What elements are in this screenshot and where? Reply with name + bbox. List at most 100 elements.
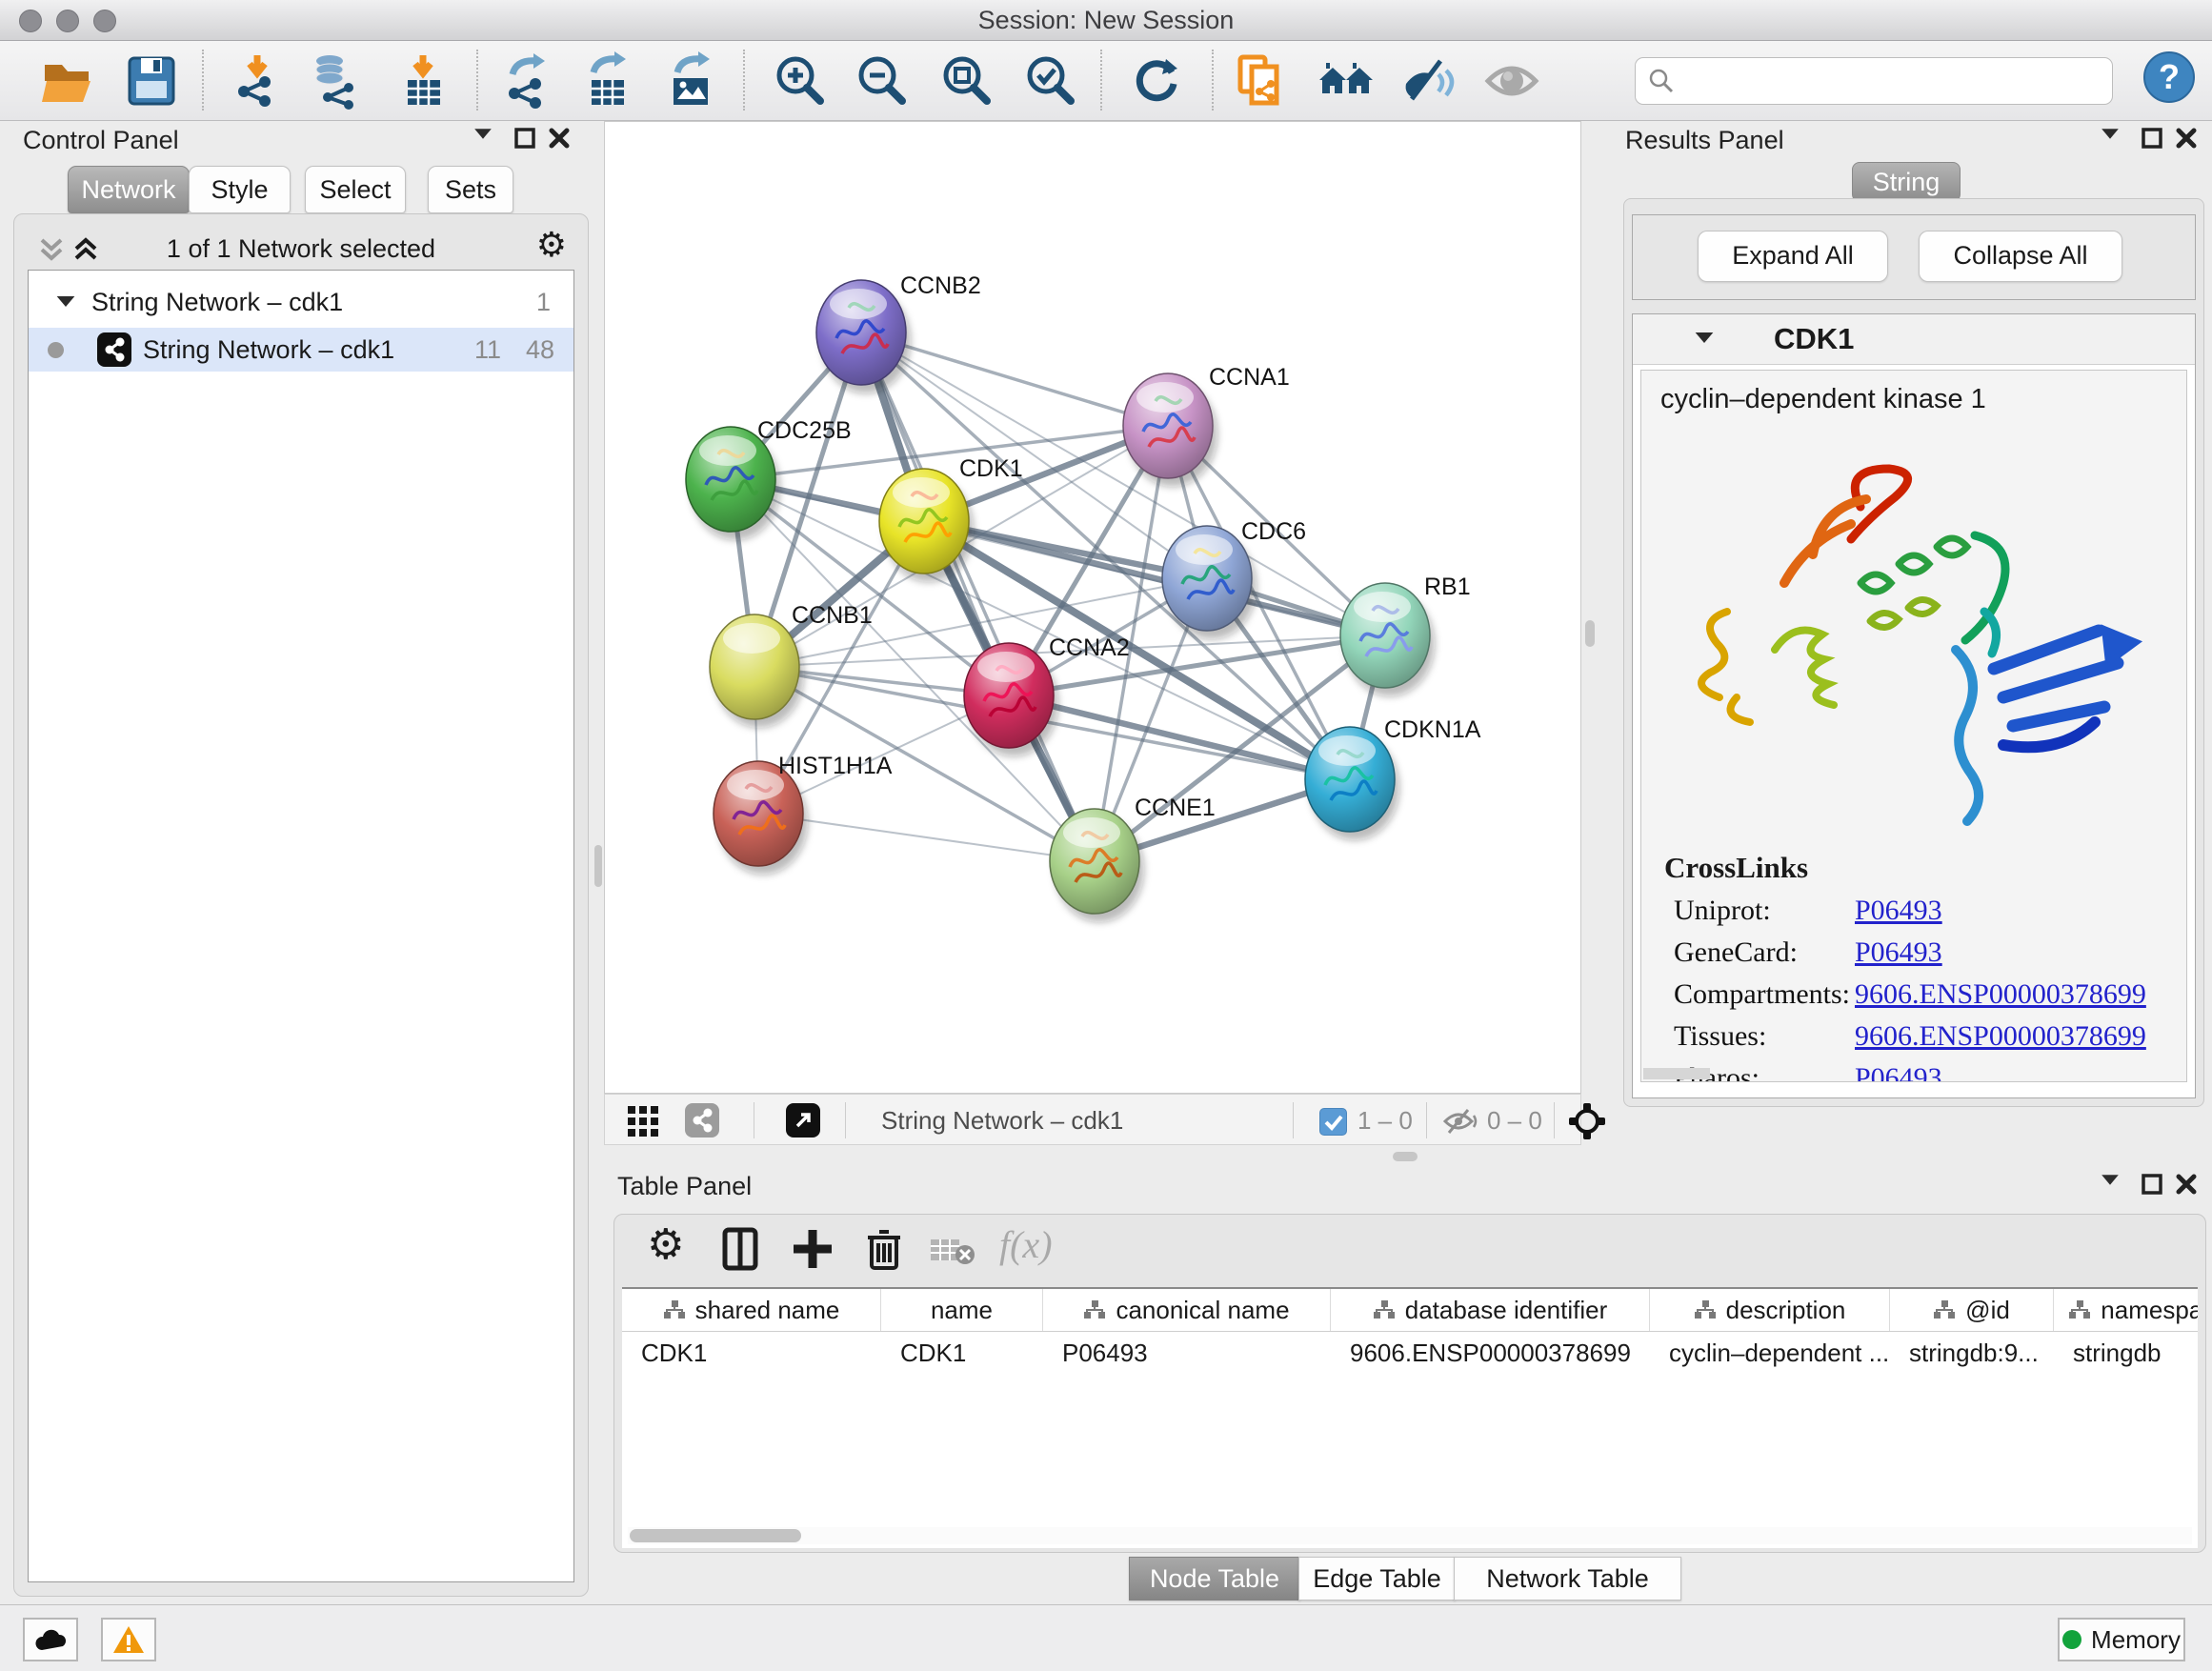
detach-view-icon[interactable] bbox=[786, 1103, 820, 1137]
cell-namespace[interactable]: stringdb bbox=[2054, 1332, 2198, 1374]
eye-disabled-icon[interactable] bbox=[1482, 51, 1541, 111]
crosslink-row: Compartments:9606.ENSP00000378699 bbox=[1674, 978, 2186, 1011]
table-panel-close-button[interactable] bbox=[2170, 1174, 2202, 1202]
collapse-tree-icon[interactable] bbox=[57, 296, 75, 307]
node-label-CCNB2: CCNB2 bbox=[900, 272, 981, 299]
results-panel-menu-button[interactable] bbox=[2094, 128, 2126, 156]
table-panel-float-button[interactable] bbox=[2136, 1174, 2168, 1202]
zoom-selected-icon[interactable] bbox=[1021, 51, 1080, 111]
grid-view-icon[interactable] bbox=[628, 1106, 660, 1137]
result-entry-header[interactable]: CDK1 bbox=[1633, 314, 2195, 365]
memory-button[interactable]: Memory bbox=[2058, 1618, 2185, 1661]
node-CDK1[interactable] bbox=[879, 469, 974, 582]
tab-select[interactable]: Select bbox=[305, 166, 406, 213]
edge-CCNE1-HIST1H1A[interactable] bbox=[758, 814, 1095, 861]
zoom-fit-icon[interactable] bbox=[937, 51, 996, 111]
crosslink-value-link[interactable]: P06493 bbox=[1855, 895, 1942, 927]
import-network-database-icon[interactable] bbox=[307, 51, 366, 111]
node-CCNA1[interactable] bbox=[1123, 373, 1217, 487]
collapse-all-button[interactable]: Collapse All bbox=[1919, 231, 2122, 282]
column-header-description[interactable]: description bbox=[1650, 1289, 1890, 1331]
network-collection-count: 1 bbox=[536, 280, 551, 324]
zoom-out-icon[interactable] bbox=[853, 51, 912, 111]
search-input[interactable] bbox=[1685, 58, 2099, 104]
results-panel-close-button[interactable] bbox=[2170, 128, 2202, 156]
import-network-file-icon[interactable] bbox=[229, 51, 288, 111]
table-panel-menu-button[interactable] bbox=[2094, 1174, 2126, 1202]
cell-description[interactable]: cyclin–dependent ... bbox=[1650, 1332, 1890, 1374]
tab-sets[interactable]: Sets bbox=[428, 166, 513, 213]
collapse-entry-icon[interactable] bbox=[1696, 332, 1714, 343]
search-box bbox=[1635, 57, 2113, 105]
crosslink-value-link[interactable]: 9606.ENSP00000378699 bbox=[1855, 978, 2146, 1011]
column-tree-icon bbox=[2068, 1299, 2091, 1320]
column-header-canonical-name[interactable]: canonical name bbox=[1043, 1289, 1331, 1331]
network-options-gear-icon[interactable]: ⚙ bbox=[536, 226, 567, 265]
delete-column-icon[interactable] bbox=[864, 1226, 904, 1272]
window-titlebar: Session: New Session bbox=[0, 0, 2212, 41]
column-header--id[interactable]: @id bbox=[1890, 1289, 2054, 1331]
export-network-icon[interactable] bbox=[497, 51, 556, 111]
control-panel-float-button[interactable] bbox=[509, 128, 541, 156]
open-session-icon[interactable] bbox=[37, 51, 96, 111]
crosslink-value-link[interactable]: 9606.ENSP00000378699 bbox=[1855, 1020, 2146, 1053]
network-row-selected[interactable]: String Network – cdk1 11 48 bbox=[29, 328, 573, 372]
tab-network-table[interactable]: Network Table bbox=[1454, 1557, 1681, 1601]
add-column-icon[interactable] bbox=[792, 1226, 834, 1272]
show-all-networks-icon[interactable] bbox=[1317, 51, 1376, 111]
tab-style[interactable]: Style bbox=[189, 166, 291, 213]
help-icon[interactable]: ? bbox=[2142, 50, 2201, 109]
edge-CCNB2-CCNE1[interactable] bbox=[861, 332, 1095, 861]
warning-status-button[interactable] bbox=[101, 1618, 156, 1661]
hidden-elements-icon[interactable] bbox=[1441, 1108, 1479, 1135]
table-hscrollbar[interactable] bbox=[628, 1527, 2192, 1544]
network-type-icon[interactable] bbox=[685, 1103, 719, 1137]
selected-nodes-checkbox[interactable] bbox=[1319, 1108, 1347, 1136]
network-collection-row[interactable]: String Network – cdk1 1 bbox=[29, 280, 573, 324]
column-header-name[interactable]: name bbox=[881, 1289, 1043, 1331]
crosslink-value-link[interactable]: P06493 bbox=[1855, 936, 1942, 969]
save-session-icon[interactable] bbox=[122, 51, 181, 111]
string-network-icon bbox=[97, 332, 131, 367]
tab-node-table[interactable]: Node Table bbox=[1129, 1557, 1300, 1601]
node-CCNE1[interactable] bbox=[1050, 809, 1144, 922]
expand-all-button[interactable]: Expand All bbox=[1698, 231, 1888, 282]
birds-eye-view-icon[interactable] bbox=[1569, 1103, 1605, 1139]
cell-database-identifier[interactable]: 9606.ENSP00000378699 bbox=[1331, 1332, 1650, 1374]
zoom-in-icon[interactable] bbox=[771, 51, 830, 111]
control-panel-menu-button[interactable] bbox=[467, 128, 499, 156]
column-header-database-identifier[interactable]: database identifier bbox=[1331, 1289, 1650, 1331]
refresh-view-icon[interactable] bbox=[1128, 51, 1187, 111]
show-columns-icon[interactable] bbox=[719, 1226, 761, 1272]
tab-string[interactable]: String bbox=[1852, 162, 1961, 202]
table-options-gear-icon[interactable]: ⚙ bbox=[647, 1220, 684, 1269]
node-RB1[interactable] bbox=[1340, 583, 1435, 696]
results-panel-float-button[interactable] bbox=[2136, 128, 2168, 156]
control-canvas-splitter[interactable] bbox=[593, 121, 604, 1094]
copy-network-icon[interactable] bbox=[1233, 51, 1292, 111]
node-CCNB2[interactable] bbox=[816, 280, 911, 393]
control-panel-close-button[interactable] bbox=[543, 128, 575, 156]
table-row[interactable]: CDK1CDK1P064939606.ENSP00000378699cyclin… bbox=[622, 1332, 2198, 1374]
node-CDKN1A[interactable] bbox=[1305, 727, 1399, 840]
network-view-canvas[interactable]: CCNB2CCNA1CDC25BCDK1CDC6RB1CCNB1CCNA2CDK… bbox=[604, 121, 1581, 1094]
cell-canonical-name[interactable]: P06493 bbox=[1043, 1332, 1331, 1374]
cloud-status-button[interactable] bbox=[23, 1618, 78, 1661]
svg-text:?: ? bbox=[2159, 57, 2180, 96]
tab-edge-table[interactable]: Edge Table bbox=[1298, 1557, 1456, 1601]
canvas-results-splitter[interactable] bbox=[1581, 121, 1614, 1094]
export-table-icon[interactable] bbox=[578, 51, 637, 111]
canvas-table-splitter[interactable] bbox=[604, 1145, 1581, 1168]
cell-shared-name[interactable]: CDK1 bbox=[622, 1332, 881, 1374]
tab-network[interactable]: Network bbox=[68, 166, 190, 213]
crosslink-value-link[interactable]: P06493 bbox=[1855, 1062, 1942, 1082]
network-node-count: 11 bbox=[474, 328, 501, 372]
export-image-icon[interactable] bbox=[662, 51, 721, 111]
column-header-namespace[interactable]: namespace bbox=[2054, 1289, 2198, 1331]
column-header-shared-name[interactable]: shared name bbox=[622, 1289, 881, 1331]
cell-name[interactable]: CDK1 bbox=[881, 1332, 1043, 1374]
results-hscrollbar[interactable] bbox=[1643, 1068, 1710, 1079]
cell--id[interactable]: stringdb:9... bbox=[1890, 1332, 2054, 1374]
import-table-file-icon[interactable] bbox=[394, 51, 453, 111]
hide-labels-icon[interactable] bbox=[1398, 51, 1458, 111]
